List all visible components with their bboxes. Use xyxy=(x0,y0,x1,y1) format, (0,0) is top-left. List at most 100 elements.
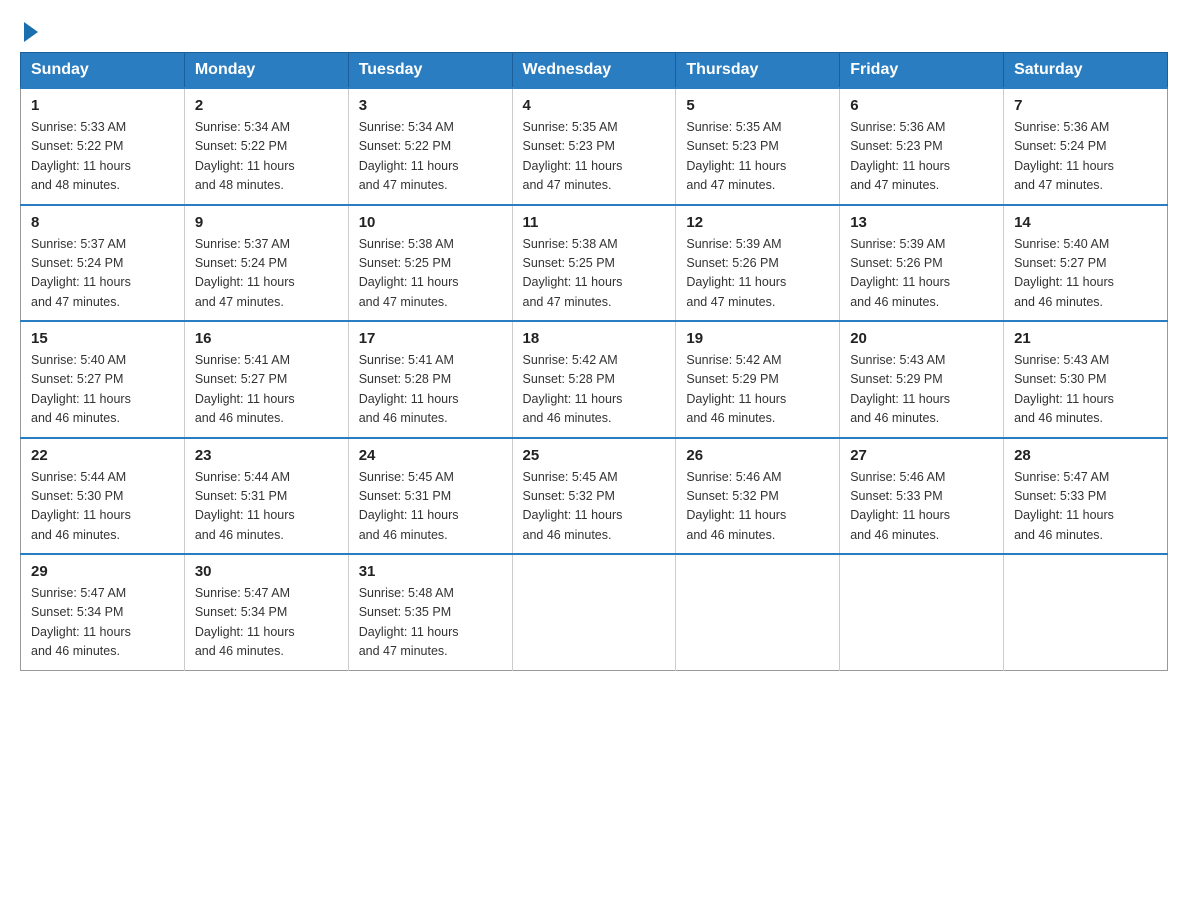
empty-cell xyxy=(1004,554,1168,670)
calendar-week-row-1: 1 Sunrise: 5:33 AMSunset: 5:22 PMDaylight… xyxy=(21,88,1168,205)
day-number: 31 xyxy=(359,563,502,580)
day-info: Sunrise: 5:47 AMSunset: 5:33 PMDaylight:… xyxy=(1014,468,1157,546)
calendar-day-15: 15 Sunrise: 5:40 AMSunset: 5:27 PMDayligh… xyxy=(21,321,185,438)
calendar-day-6: 6Sunrise: 5:36 AMSunset: 5:23 PMDaylight… xyxy=(840,88,1004,205)
calendar-week-row-5: 29 Sunrise: 5:47 AMSunset: 5:34 PMDayligh… xyxy=(21,554,1168,670)
day-info: Sunrise: 5:45 AMSunset: 5:31 PMDaylight:… xyxy=(359,468,502,546)
day-info: Sunrise: 5:46 AMSunset: 5:32 PMDaylight:… xyxy=(686,468,829,546)
calendar-week-row-2: 8 Sunrise: 5:37 AMSunset: 5:24 PMDaylight… xyxy=(21,205,1168,322)
day-number: 18 xyxy=(523,330,666,347)
calendar-day-17: 17 Sunrise: 5:41 AMSunset: 5:28 PMDayligh… xyxy=(348,321,512,438)
day-number: 12 xyxy=(686,214,829,231)
day-info: Sunrise: 5:35 AMSunset: 5:23 PMDaylight:… xyxy=(686,118,829,196)
day-info: Sunrise: 5:39 AMSunset: 5:26 PMDaylight:… xyxy=(850,235,993,313)
day-info: Sunrise: 5:36 AMSunset: 5:24 PMDaylight:… xyxy=(1014,118,1157,196)
logo-arrow-icon xyxy=(24,22,38,42)
day-number: 2 xyxy=(195,97,338,114)
day-info: Sunrise: 5:36 AMSunset: 5:23 PMDaylight:… xyxy=(850,118,993,196)
day-info: Sunrise: 5:38 AMSunset: 5:25 PMDaylight:… xyxy=(359,235,502,313)
calendar-day-20: 20 Sunrise: 5:43 AMSunset: 5:29 PMDayligh… xyxy=(840,321,1004,438)
day-number: 26 xyxy=(686,447,829,464)
day-info: Sunrise: 5:37 AMSunset: 5:24 PMDaylight:… xyxy=(31,235,174,313)
calendar-day-11: 11Sunrise: 5:38 AMSunset: 5:25 PMDayligh… xyxy=(512,205,676,322)
day-info: Sunrise: 5:37 AMSunset: 5:24 PMDaylight:… xyxy=(195,235,338,313)
day-number: 10 xyxy=(359,214,502,231)
day-number: 16 xyxy=(195,330,338,347)
weekday-header-monday: Monday xyxy=(184,53,348,89)
day-info: Sunrise: 5:43 AMSunset: 5:30 PMDaylight:… xyxy=(1014,351,1157,429)
calendar-day-7: 7 Sunrise: 5:36 AMSunset: 5:24 PMDaylight… xyxy=(1004,88,1168,205)
day-info: Sunrise: 5:41 AMSunset: 5:27 PMDaylight:… xyxy=(195,351,338,429)
day-number: 3 xyxy=(359,97,502,114)
day-number: 27 xyxy=(850,447,993,464)
calendar-day-30: 30Sunrise: 5:47 AMSunset: 5:34 PMDayligh… xyxy=(184,554,348,670)
day-number: 5 xyxy=(686,97,829,114)
day-info: Sunrise: 5:41 AMSunset: 5:28 PMDaylight:… xyxy=(359,351,502,429)
day-info: Sunrise: 5:33 AMSunset: 5:22 PMDaylight:… xyxy=(31,118,174,196)
day-number: 4 xyxy=(523,97,666,114)
empty-cell xyxy=(840,554,1004,670)
day-number: 29 xyxy=(31,563,174,580)
empty-cell xyxy=(676,554,840,670)
day-number: 8 xyxy=(31,214,174,231)
weekday-header-tuesday: Tuesday xyxy=(348,53,512,89)
calendar-day-10: 10 Sunrise: 5:38 AMSunset: 5:25 PMDayligh… xyxy=(348,205,512,322)
day-info: Sunrise: 5:34 AMSunset: 5:22 PMDaylight:… xyxy=(195,118,338,196)
calendar-body: 1 Sunrise: 5:33 AMSunset: 5:22 PMDaylight… xyxy=(21,88,1168,670)
calendar-day-29: 29 Sunrise: 5:47 AMSunset: 5:34 PMDayligh… xyxy=(21,554,185,670)
calendar-day-18: 18Sunrise: 5:42 AMSunset: 5:28 PMDayligh… xyxy=(512,321,676,438)
calendar-table: SundayMondayTuesdayWednesdayThursdayFrid… xyxy=(20,52,1168,671)
day-number: 25 xyxy=(523,447,666,464)
calendar-day-19: 19 Sunrise: 5:42 AMSunset: 5:29 PMDayligh… xyxy=(676,321,840,438)
weekday-header-friday: Friday xyxy=(840,53,1004,89)
day-info: Sunrise: 5:39 AMSunset: 5:26 PMDaylight:… xyxy=(686,235,829,313)
calendar-day-22: 22Sunrise: 5:44 AMSunset: 5:30 PMDayligh… xyxy=(21,438,185,555)
calendar-day-8: 8 Sunrise: 5:37 AMSunset: 5:24 PMDaylight… xyxy=(21,205,185,322)
calendar-day-23: 23Sunrise: 5:44 AMSunset: 5:31 PMDayligh… xyxy=(184,438,348,555)
day-number: 21 xyxy=(1014,330,1157,347)
calendar-week-row-4: 22Sunrise: 5:44 AMSunset: 5:30 PMDayligh… xyxy=(21,438,1168,555)
day-number: 19 xyxy=(686,330,829,347)
weekday-header-sunday: Sunday xyxy=(21,53,185,89)
page-header xyxy=(20,20,1168,42)
day-info: Sunrise: 5:38 AMSunset: 5:25 PMDaylight:… xyxy=(523,235,666,313)
day-number: 7 xyxy=(1014,97,1157,114)
weekday-header-saturday: Saturday xyxy=(1004,53,1168,89)
day-number: 15 xyxy=(31,330,174,347)
calendar-day-5: 5 Sunrise: 5:35 AMSunset: 5:23 PMDaylight… xyxy=(676,88,840,205)
day-info: Sunrise: 5:40 AMSunset: 5:27 PMDaylight:… xyxy=(31,351,174,429)
calendar-day-21: 21 Sunrise: 5:43 AMSunset: 5:30 PMDayligh… xyxy=(1004,321,1168,438)
day-info: Sunrise: 5:42 AMSunset: 5:29 PMDaylight:… xyxy=(686,351,829,429)
day-info: Sunrise: 5:47 AMSunset: 5:34 PMDaylight:… xyxy=(31,584,174,662)
day-info: Sunrise: 5:40 AMSunset: 5:27 PMDaylight:… xyxy=(1014,235,1157,313)
day-info: Sunrise: 5:44 AMSunset: 5:30 PMDaylight:… xyxy=(31,468,174,546)
calendar-day-2: 2 Sunrise: 5:34 AMSunset: 5:22 PMDaylight… xyxy=(184,88,348,205)
calendar-day-27: 27 Sunrise: 5:46 AMSunset: 5:33 PMDayligh… xyxy=(840,438,1004,555)
day-info: Sunrise: 5:46 AMSunset: 5:33 PMDaylight:… xyxy=(850,468,993,546)
day-number: 28 xyxy=(1014,447,1157,464)
calendar-day-26: 26 Sunrise: 5:46 AMSunset: 5:32 PMDayligh… xyxy=(676,438,840,555)
day-number: 23 xyxy=(195,447,338,464)
calendar-day-3: 3Sunrise: 5:34 AMSunset: 5:22 PMDaylight… xyxy=(348,88,512,205)
day-info: Sunrise: 5:47 AMSunset: 5:34 PMDaylight:… xyxy=(195,584,338,662)
calendar-header: SundayMondayTuesdayWednesdayThursdayFrid… xyxy=(21,53,1168,89)
calendar-week-row-3: 15 Sunrise: 5:40 AMSunset: 5:27 PMDayligh… xyxy=(21,321,1168,438)
calendar-day-4: 4Sunrise: 5:35 AMSunset: 5:23 PMDaylight… xyxy=(512,88,676,205)
calendar-day-25: 25Sunrise: 5:45 AMSunset: 5:32 PMDayligh… xyxy=(512,438,676,555)
day-number: 1 xyxy=(31,97,174,114)
day-number: 20 xyxy=(850,330,993,347)
weekday-header-row: SundayMondayTuesdayWednesdayThursdayFrid… xyxy=(21,53,1168,89)
day-info: Sunrise: 5:48 AMSunset: 5:35 PMDaylight:… xyxy=(359,584,502,662)
calendar-day-1: 1 Sunrise: 5:33 AMSunset: 5:22 PMDaylight… xyxy=(21,88,185,205)
calendar-day-24: 24 Sunrise: 5:45 AMSunset: 5:31 PMDayligh… xyxy=(348,438,512,555)
day-number: 9 xyxy=(195,214,338,231)
calendar-day-13: 13Sunrise: 5:39 AMSunset: 5:26 PMDayligh… xyxy=(840,205,1004,322)
calendar-day-28: 28 Sunrise: 5:47 AMSunset: 5:33 PMDayligh… xyxy=(1004,438,1168,555)
day-info: Sunrise: 5:43 AMSunset: 5:29 PMDaylight:… xyxy=(850,351,993,429)
calendar-day-31: 31 Sunrise: 5:48 AMSunset: 5:35 PMDayligh… xyxy=(348,554,512,670)
weekday-header-thursday: Thursday xyxy=(676,53,840,89)
day-number: 24 xyxy=(359,447,502,464)
empty-cell xyxy=(512,554,676,670)
day-number: 14 xyxy=(1014,214,1157,231)
day-number: 17 xyxy=(359,330,502,347)
